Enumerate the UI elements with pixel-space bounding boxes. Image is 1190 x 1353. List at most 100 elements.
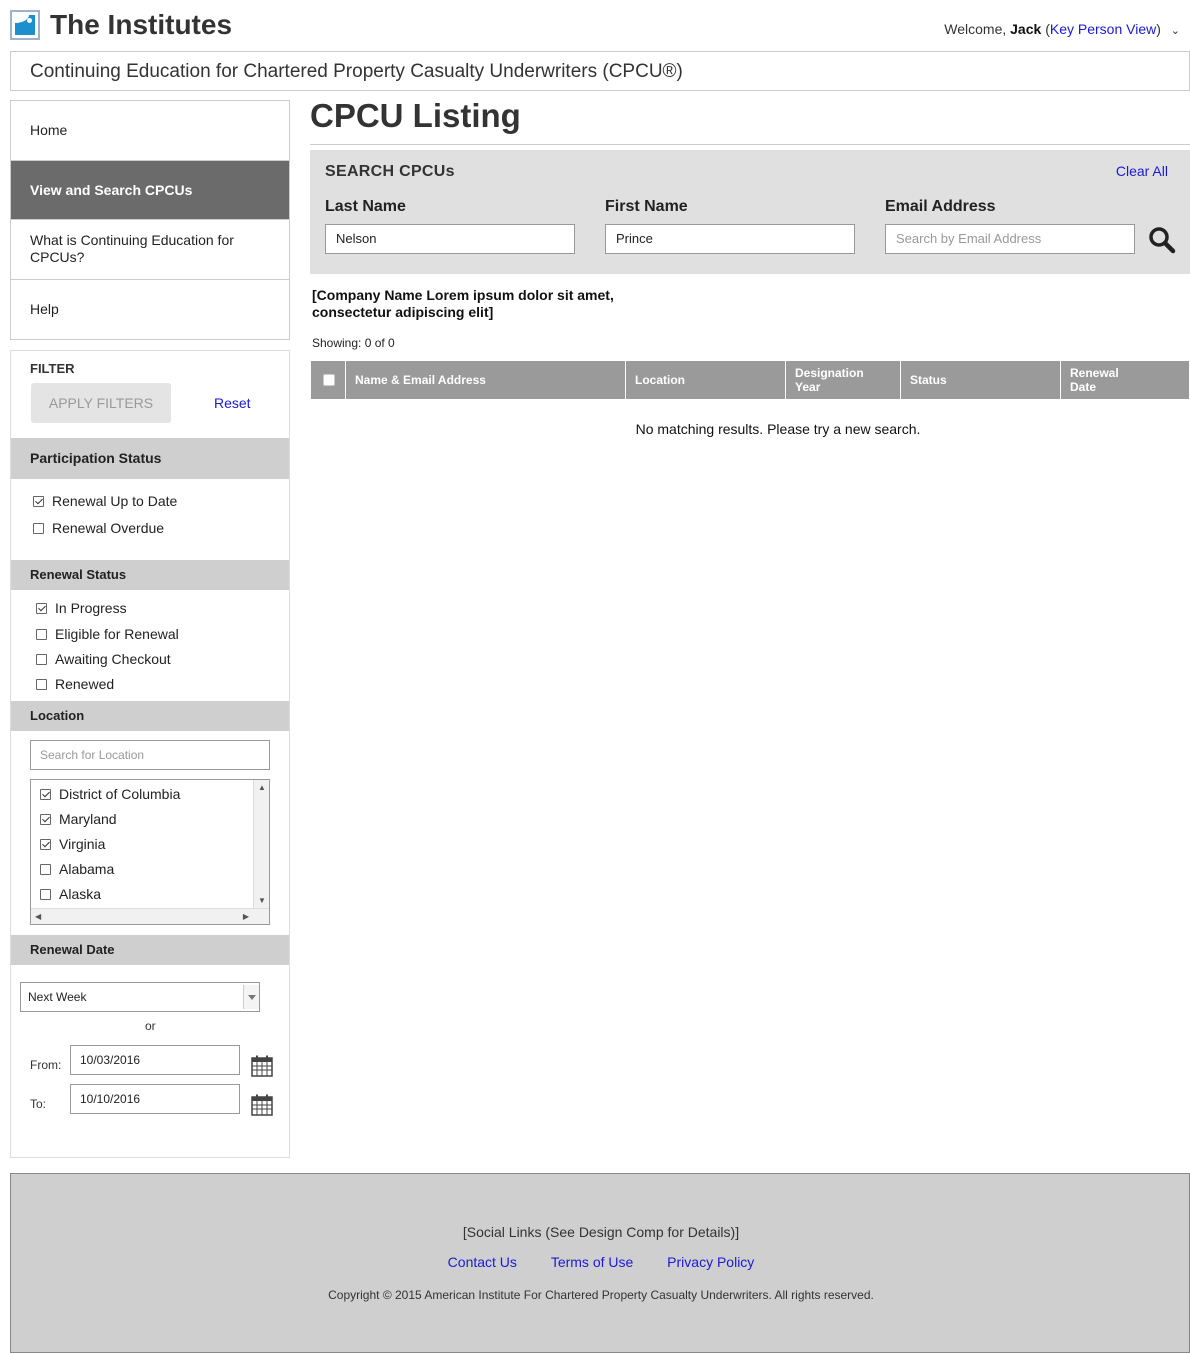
- apply-filters-button[interactable]: APPLY FILTERS: [31, 383, 171, 423]
- option-label: Renewal Up to Date: [52, 493, 178, 509]
- copyright: Copyright © 2015 American Institute For …: [328, 1288, 874, 1302]
- to-date-input[interactable]: 10/10/2016: [70, 1084, 240, 1114]
- dropdown-arrow-icon[interactable]: [243, 985, 259, 1009]
- option-awaiting-checkout[interactable]: Awaiting Checkout: [36, 651, 171, 667]
- option-label: Eligible for Renewal: [55, 626, 179, 642]
- option-label: District of Columbia: [59, 786, 181, 802]
- checkbox[interactable]: [40, 788, 51, 800]
- filter-panel: FILTER APPLY FILTERS Reset Participation…: [10, 350, 290, 1158]
- option-renewal-up-to-date[interactable]: Renewal Up to Date: [33, 493, 177, 509]
- brand-name[interactable]: The Institutes: [50, 9, 232, 41]
- option-label: Virginia: [59, 836, 106, 852]
- scroll-down-icon[interactable]: ▼: [258, 896, 266, 905]
- checkbox[interactable]: [40, 838, 51, 850]
- checkbox[interactable]: [36, 678, 47, 690]
- chevron-down-icon[interactable]: ⌄: [1171, 24, 1180, 37]
- option-virginia[interactable]: Virginia: [40, 836, 105, 852]
- first-name-input[interactable]: Prince: [605, 224, 855, 254]
- select-all-checkbox[interactable]: [323, 374, 335, 386]
- page-title: CPCU Listing: [310, 97, 521, 134]
- checkbox[interactable]: [40, 888, 51, 900]
- location-search-input[interactable]: Search for Location: [30, 740, 270, 770]
- renewal-status-header: Renewal Status: [11, 560, 289, 590]
- scroll-up-icon[interactable]: ▲: [258, 783, 266, 792]
- social-links-placeholder: [Social Links (See Design Comp for Detai…: [462, 1224, 740, 1240]
- renewal-date-header: Renewal Date: [11, 935, 289, 965]
- renewal-date-select[interactable]: Next Week: [20, 982, 260, 1012]
- location-header: Location: [11, 701, 289, 731]
- option-label: Awaiting Checkout: [55, 651, 171, 667]
- or-separator: or: [145, 1019, 156, 1033]
- search-panel-title: SEARCH CPCUs: [325, 163, 455, 180]
- option-maryland[interactable]: Maryland: [40, 811, 117, 827]
- program-title: Continuing Education for Chartered Prope…: [30, 61, 683, 82]
- site-header: The Institutes Welcome, Jack (Key Person…: [10, 8, 1190, 44]
- logo-icon[interactable]: [10, 10, 40, 40]
- program-banner: Continuing Education for Chartered Prope…: [10, 51, 1190, 91]
- to-label: To:: [30, 1097, 47, 1111]
- location-list[interactable]: District of Columbia Maryland Virginia A…: [30, 779, 270, 925]
- key-person-view-link[interactable]: Key Person View: [1050, 21, 1156, 37]
- checkbox[interactable]: [36, 628, 47, 640]
- from-date-input[interactable]: 10/03/2016: [70, 1045, 240, 1075]
- reset-link[interactable]: Reset: [214, 395, 251, 411]
- option-label: Renewed: [55, 676, 115, 692]
- option-district-of-columbia[interactable]: District of Columbia: [40, 786, 180, 802]
- user-menu[interactable]: Welcome, Jack (Key Person View) ⌄: [944, 21, 1180, 37]
- option-renewal-overdue[interactable]: Renewal Overdue: [33, 520, 164, 536]
- option-label: Alaska: [59, 886, 102, 902]
- footer-links: Contact Us Terms of Use Privacy Policy: [11, 1254, 1190, 1270]
- checkbox[interactable]: [36, 602, 47, 614]
- option-in-progress[interactable]: In Progress: [36, 600, 127, 616]
- participation-status-header: Participation Status: [11, 438, 289, 479]
- column-renewal-date[interactable]: Renewal Date: [1060, 361, 1189, 399]
- no-results-message: No matching results. Please try a new se…: [635, 421, 921, 437]
- scroll-left-icon[interactable]: ◀: [35, 912, 41, 921]
- privacy-policy-link[interactable]: Privacy Policy: [667, 1254, 754, 1270]
- search-panel: SEARCH CPCUs Clear All Last Name Nelson …: [310, 150, 1190, 274]
- welcome-text: Welcome,: [944, 21, 1007, 37]
- terms-of-use-link[interactable]: Terms of Use: [551, 1254, 633, 1270]
- last-name-input[interactable]: Nelson: [325, 224, 575, 254]
- column-name-email[interactable]: Name & Email Address: [345, 361, 625, 399]
- first-name-label: First Name: [605, 198, 688, 215]
- checkbox[interactable]: [40, 813, 51, 825]
- clear-all-link[interactable]: Clear All: [1116, 163, 1168, 179]
- option-alabama[interactable]: Alabama: [40, 861, 114, 877]
- column-location[interactable]: Location: [625, 361, 785, 399]
- checkbox[interactable]: [36, 653, 47, 665]
- nav-item-view-search[interactable]: View and Search CPCUs: [11, 161, 289, 220]
- vertical-scrollbar[interactable]: ▲ ▼: [253, 780, 269, 908]
- option-label: Maryland: [59, 811, 117, 827]
- option-eligible-for-renewal[interactable]: Eligible for Renewal: [36, 626, 179, 642]
- horizontal-scrollbar[interactable]: ◀ ▶: [31, 908, 269, 924]
- nav-item-home[interactable]: Home: [11, 101, 289, 161]
- calendar-icon[interactable]: [251, 1094, 273, 1116]
- checkbox[interactable]: [33, 522, 44, 534]
- side-nav: Home View and Search CPCUs What is Conti…: [10, 100, 290, 340]
- company-name: [Company Name Lorem ipsum dolor sit amet…: [312, 287, 614, 320]
- last-name-label: Last Name: [325, 198, 406, 215]
- scroll-right-icon[interactable]: ▶: [243, 912, 249, 921]
- search-icon[interactable]: [1148, 226, 1176, 254]
- column-designation-year[interactable]: Designation Year: [785, 361, 900, 399]
- contact-us-link[interactable]: Contact Us: [448, 1254, 517, 1270]
- option-label: In Progress: [55, 600, 127, 616]
- selected-value: Next Week: [28, 990, 87, 1004]
- option-alaska[interactable]: Alaska: [40, 886, 101, 902]
- table-header: Name & Email Address Location Designatio…: [311, 361, 1189, 399]
- option-renewed[interactable]: Renewed: [36, 676, 114, 692]
- filter-title: FILTER: [30, 361, 75, 376]
- divider: [310, 144, 1190, 145]
- calendar-icon[interactable]: [251, 1055, 273, 1077]
- checkbox[interactable]: [33, 495, 44, 507]
- email-label: Email Address: [885, 198, 996, 215]
- option-label: Renewal Overdue: [52, 520, 165, 536]
- checkbox[interactable]: [40, 863, 51, 875]
- paren-close: ): [1156, 21, 1161, 37]
- nav-item-help[interactable]: Help: [11, 280, 289, 339]
- nav-item-what-is-ce[interactable]: What is Continuing Education for CPCUs?: [11, 220, 289, 280]
- column-status[interactable]: Status: [900, 361, 1060, 399]
- email-input[interactable]: Search by Email Address: [885, 224, 1135, 254]
- option-label: Alabama: [59, 861, 115, 877]
